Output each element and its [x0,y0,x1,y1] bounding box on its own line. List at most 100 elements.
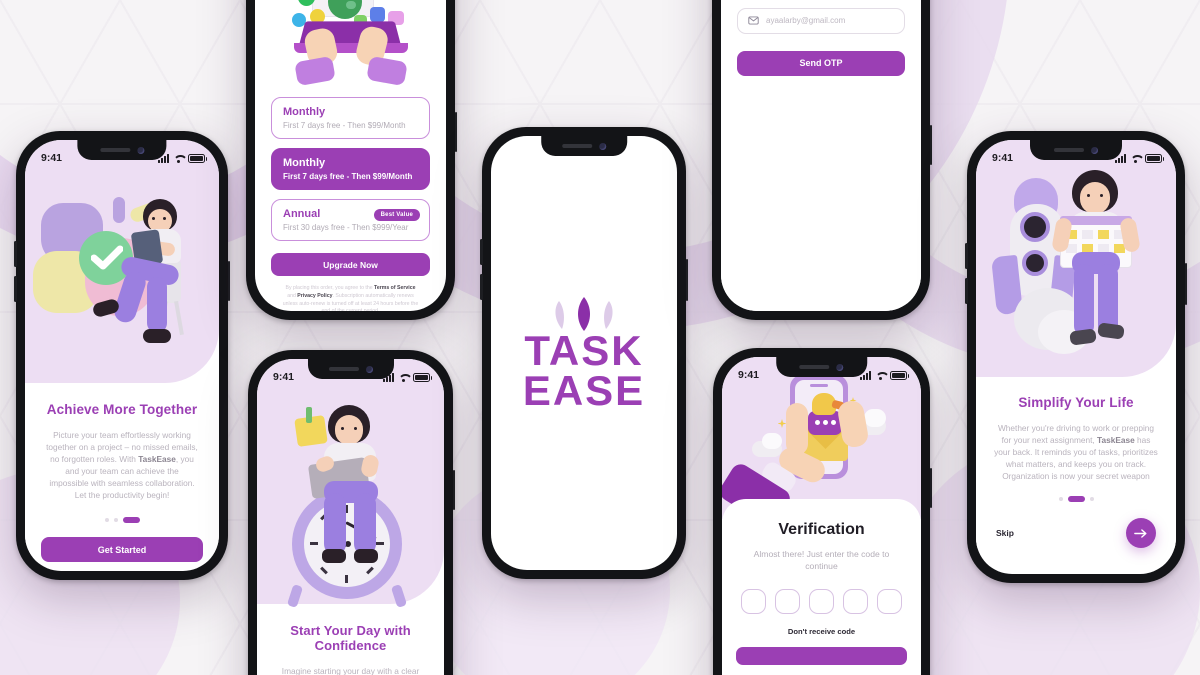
plan-description: First 7 days free - Then $99/Month [283,172,413,181]
notch [1030,140,1122,160]
page-indicator[interactable] [41,517,203,524]
plan-card-monthly-2-selected[interactable]: Monthly First 7 days free - Then $99/Mon… [271,148,430,190]
battery-icon [188,153,207,163]
send-otp-button[interactable]: Send OTP [737,50,905,76]
phone-subscription-plans: ✕ Monthly First 7 days free - Then $99/M… [246,0,457,320]
onboarding-content: Achieve More Together Picture your team … [25,402,219,563]
upgrade-now-button[interactable]: Upgrade Now [271,253,430,276]
desc-brand: TaskEase [138,454,176,465]
skip-button[interactable]: Skip [996,528,1014,538]
notch [541,136,627,156]
legal-mid: and [287,292,298,299]
splash-content: TASK EASE [491,136,677,570]
plan-description: First 30 days free - Then $999/Year [283,223,409,232]
page-title: Verification [778,521,865,538]
battery-icon [1145,153,1164,163]
page-dot[interactable] [1089,497,1094,502]
onboarding-content: Start Your Day with Confidence Imagine s… [257,623,444,675]
power-button[interactable] [1184,263,1187,305]
terms-of-service-link[interactable]: Terms of Service [374,285,415,291]
power-button[interactable] [454,112,457,152]
next-button[interactable] [1126,518,1156,549]
plan-name: Monthly [283,157,326,169]
front-camera [136,146,144,154]
checkmark-icon [90,245,123,270]
woman-with-rocket-icon [986,164,1166,364]
otp-digit-5[interactable] [877,588,902,614]
front-camera [598,142,606,150]
email-field[interactable]: ayaalarby@gmail.com [737,7,905,34]
logo-line-1: TASK [524,327,644,375]
volume-down-button[interactable] [14,276,17,302]
verification-card: Verification Almost there! Just enter th… [722,499,921,665]
page-dot[interactable] [1058,497,1063,502]
power-button[interactable] [452,470,455,510]
page-dot-active[interactable] [1067,496,1085,503]
page-dot[interactable] [113,518,118,523]
page-description: Imagine starting your day with a clear d… [273,665,428,675]
plan-card-monthly-1[interactable]: Monthly First 7 days free - Then $99/Mon… [271,97,430,139]
otp-digit-2[interactable] [775,588,800,614]
page-description: Whether you're driving to work or preppi… [992,422,1160,482]
page-description: Picture your team effortlessly working t… [41,429,203,501]
verify-button[interactable] [736,646,907,665]
resend-code-link[interactable]: Don't receive code [736,627,907,636]
status-time: 9:41 [992,152,1014,164]
volume-up-button[interactable] [965,243,968,269]
onboarding-hero-illustration [25,140,219,383]
battery-icon [890,370,909,380]
volume-up-button[interactable] [480,239,483,265]
woman-on-clock-icon [266,389,436,608]
power-button[interactable] [929,468,932,508]
legal-text: By placing this order, you agree to the … [271,285,430,311]
power-button[interactable] [929,125,932,165]
wifi-icon [173,154,184,163]
power-button[interactable] [685,259,688,301]
woman-with-tablet-icon [32,183,210,358]
plan-list: Monthly First 7 days free - Then $99/Mon… [255,91,446,311]
page-title: Simplify Your Life [1018,395,1134,410]
notch [307,359,394,379]
get-started-button[interactable]: Get Started [41,537,203,563]
otp-digit-4[interactable] [843,588,868,614]
notch [775,357,868,377]
status-time: 9:41 [41,152,63,164]
status-time: 9:41 [273,371,295,383]
phone-onboarding-simplify-your-life: 9:41 Simplify Your Life Whether you're d… [965,131,1187,583]
volume-up-button[interactable] [14,241,17,267]
front-camera [1091,146,1098,154]
phone-verification: 9:41 Verification Almost there! Just ent… [713,348,932,675]
phone-onboarding-start-your-day: 9:41 Start Your Day with Confidence Imag… [248,350,455,675]
plan-description: First 7 days free - Then $99/Month [283,121,406,130]
logo-line-2: EASE [522,367,646,414]
otp-digit-3[interactable] [809,588,834,614]
wifi-icon [398,373,409,382]
plan-card-annual[interactable]: Best Value Annual First 30 days free - T… [271,199,430,241]
legal-prefix: By placing this order, you agree to the [285,285,375,291]
plan-name: Monthly [283,106,326,118]
battery-icon [413,372,432,382]
desc-brand: TaskEase [1097,435,1135,446]
page-title: Start Your Day with Confidence [290,623,411,653]
arrow-right-icon [1134,528,1147,538]
earpiece-speaker [1054,148,1084,152]
earpiece-speaker [561,144,592,148]
page-title: Achieve More Together [46,402,198,417]
wifi-icon [875,371,886,380]
page-dot-active[interactable] [122,517,140,524]
email-placeholder: ayaalarby@gmail.com [766,16,846,26]
subscription-hero-illustration: ✕ [255,0,446,91]
onboarding-hero-illustration [976,140,1176,377]
app-logo: TASK EASE [523,295,645,411]
page-indicator[interactable] [992,496,1160,503]
volume-down-button[interactable] [480,274,483,300]
privacy-policy-link[interactable]: Privacy Policy [297,293,332,299]
onboarding-content: Simplify Your Life Whether you're drivin… [976,395,1176,549]
email-label: Email [737,0,905,1]
otp-digit-1[interactable] [741,588,766,614]
power-button[interactable] [227,261,230,301]
otp-input-group[interactable] [736,588,907,614]
page-dot[interactable] [104,518,109,523]
phone-splash-screen: TASK EASE [480,127,688,579]
volume-down-button[interactable] [965,278,968,304]
